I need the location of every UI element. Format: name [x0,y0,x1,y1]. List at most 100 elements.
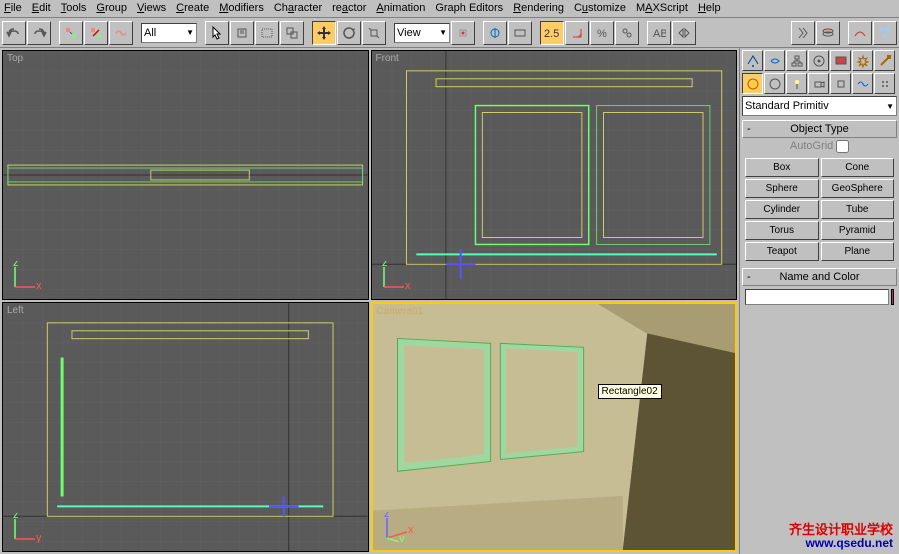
menu-character[interactable]: Character [274,2,322,15]
svg-text:z: z [382,261,388,269]
svg-text:x: x [36,280,41,291]
svg-text:x: x [405,280,410,291]
modify-tab[interactable] [764,50,785,71]
move-button[interactable] [312,21,336,45]
viewport-left[interactable]: Left zy [2,302,369,552]
utilities-tab[interactable] [852,50,873,71]
utilities2-tab[interactable] [874,50,895,71]
object-color-swatch[interactable] [891,289,894,305]
pyramid-button[interactable]: Pyramid [821,221,895,240]
geosphere-button[interactable]: GeoSphere [821,179,895,198]
name-color-rollout-header[interactable]: -Name and Color [742,268,897,286]
cylinder-button[interactable]: Cylinder [745,200,819,219]
curve-editor-button[interactable] [848,21,872,45]
svg-text:z: z [13,261,19,269]
named-sel-sets-button[interactable]: ABC [647,21,671,45]
shapes-category[interactable] [764,73,785,94]
menu-tools[interactable]: Tools [61,2,87,15]
svg-text:ABC: ABC [653,28,666,40]
link-button[interactable] [59,21,83,45]
plane-button[interactable]: Plane [821,242,895,261]
window-crossing-button[interactable] [280,21,304,45]
systems-category[interactable] [874,73,895,94]
menu-reactor[interactable]: reactor [332,2,366,15]
menu-help[interactable]: Help [698,2,721,15]
autogrid-row: AutoGrid [742,138,897,155]
command-panel: Standard Primitiv▼ -Object Type AutoGrid… [739,48,899,554]
keyboard-shortcut-button[interactable] [508,21,532,45]
menu-bar: File Edit Tools Group Views Create Modif… [0,0,899,18]
menu-customize[interactable]: Customize [574,2,626,15]
geometry-category[interactable] [742,73,763,94]
svg-text:z: z [384,512,390,520]
motion-tab[interactable] [808,50,829,71]
object-name-input[interactable] [745,289,889,305]
unlink-button[interactable] [84,21,108,45]
tooltip: Rectangle02 [598,384,662,399]
select-region-button[interactable] [255,21,279,45]
redo-button[interactable] [27,21,51,45]
create-category-bar [742,73,897,94]
manipulate-button[interactable] [483,21,507,45]
snap-toggle-button[interactable]: 2.5 [540,21,564,45]
select-button[interactable] [205,21,229,45]
axis-gizmo-icon: z xy [381,512,417,542]
menu-modifiers[interactable]: Modifiers [219,2,264,15]
autogrid-checkbox[interactable] [836,140,849,153]
menu-group[interactable]: Group [96,2,127,15]
align-button[interactable] [791,21,815,45]
viewport-label: Top [7,53,23,64]
selection-set-dropdown[interactable]: All▼ [141,23,197,43]
box-button[interactable]: Box [745,158,819,177]
layers-button[interactable] [816,21,840,45]
viewport-top[interactable]: Top zx [2,50,369,300]
torus-button[interactable]: Torus [745,221,819,240]
svg-text:x: x [408,524,414,536]
hierarchy-tab[interactable] [786,50,807,71]
spinner-snap-button[interactable] [615,21,639,45]
viewport-front[interactable]: Front z x [371,50,738,300]
pivot-button[interactable] [451,21,475,45]
viewport-camera[interactable]: Camera01 Rectangle02 zxy [371,302,738,552]
viewport-label: Left [7,305,24,316]
bind-spacewarp-button[interactable] [109,21,133,45]
undo-button[interactable] [2,21,26,45]
display-tab[interactable] [830,50,851,71]
scale-button[interactable] [362,21,386,45]
viewport-label: Front [376,53,399,64]
svg-text:y: y [399,533,405,542]
helpers-category[interactable] [830,73,851,94]
watermark: 齐生设计职业学校 www.qsedu.net [789,523,893,550]
sphere-button[interactable]: Sphere [745,179,819,198]
menu-grapheditors[interactable]: Graph Editors [435,2,503,15]
menu-edit[interactable]: Edit [32,2,51,15]
spacewarps-category[interactable] [852,73,873,94]
select-by-name-button[interactable] [230,21,254,45]
name-color-row [742,286,897,308]
axis-gizmo-icon: zx [11,261,41,291]
mirror-button[interactable] [672,21,696,45]
schematic-view-button[interactable] [873,21,897,45]
svg-text:y: y [36,532,41,543]
create-tab[interactable] [742,50,763,71]
lights-category[interactable] [786,73,807,94]
ref-coord-dropdown[interactable]: View▼ [394,23,450,43]
menu-views[interactable]: Views [137,2,166,15]
main-toolbar: All▼ View▼ 2.5 % ABC [0,18,899,48]
object-type-rollout-header[interactable]: -Object Type [742,120,897,138]
svg-text:%: % [597,28,607,40]
cone-button[interactable]: Cone [821,158,895,177]
rotate-button[interactable] [337,21,361,45]
teapot-button[interactable]: Teapot [745,242,819,261]
percent-snap-button[interactable]: % [590,21,614,45]
angle-snap-button[interactable] [565,21,589,45]
menu-animation[interactable]: Animation [376,2,425,15]
viewport-container: Top zx Front [0,48,739,554]
subcategory-dropdown[interactable]: Standard Primitiv▼ [742,96,897,116]
menu-maxscript[interactable]: MAXScript [636,2,688,15]
cameras-category[interactable] [808,73,829,94]
tube-button[interactable]: Tube [821,200,895,219]
menu-file[interactable]: File [4,2,22,15]
menu-create[interactable]: Create [176,2,209,15]
menu-rendering[interactable]: Rendering [513,2,564,15]
